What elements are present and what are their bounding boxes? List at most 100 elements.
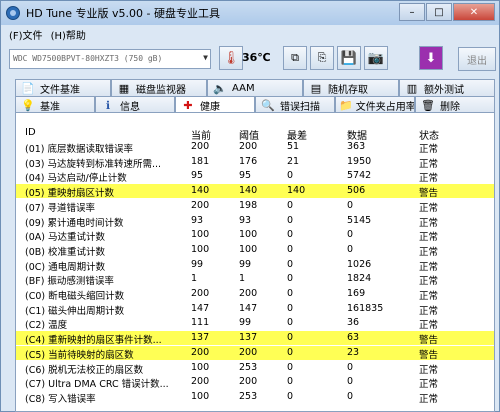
- cell-status: 正常: [419, 364, 439, 376]
- table-row[interactable]: (C0) 断电磁头缩回计数 200 200 0 169 正常: [16, 287, 494, 302]
- cell-worst: 0: [287, 376, 294, 388]
- table-row[interactable]: (C4) 重新映射的扇区事件计数... 137 137 0 63 警告: [16, 331, 494, 347]
- health-icon: ✚: [183, 98, 193, 112]
- cell-threshold: 253: [239, 390, 258, 402]
- cell-worst: 0: [287, 243, 294, 255]
- cell-threshold: 137: [239, 332, 258, 344]
- table-row[interactable]: (03) 马达旋转到标准转速所需... 181 176 21 1950 正常: [16, 155, 494, 170]
- table-row[interactable]: (C7) Ultra DMA CRC 错误计数... 200 200 0 0 正常: [16, 375, 494, 391]
- table-row[interactable]: (C8) 写入错误率 100 253 0 0 正常: [16, 390, 494, 405]
- temperature-value: 36℃: [242, 51, 271, 64]
- table-row[interactable]: (05) 重映射扇区计数 140 140 140 506 警告: [16, 184, 494, 199]
- cell-current: 200: [191, 346, 210, 358]
- tab-random-access[interactable]: ▤ 随机存取: [303, 79, 399, 96]
- tab-extra-test[interactable]: ▥ 额外测试: [399, 79, 495, 96]
- cell-data: 1824: [347, 273, 372, 285]
- delete-icon: 🗑: [421, 98, 435, 112]
- tab-label: 文件夹占用率: [355, 101, 415, 113]
- tab-file-benchmark[interactable]: 📄 文件基准: [15, 79, 111, 96]
- table-row[interactable]: (0B) 校准重试计数 100 100 0 0 正常: [16, 243, 494, 258]
- table-row[interactable]: (0A) 马达重试计数 100 100 0 0 正常: [16, 228, 494, 244]
- minimize-button[interactable]: –: [399, 3, 425, 21]
- download-icon[interactable]: ⬇: [419, 46, 443, 70]
- cell-current: 200: [191, 288, 210, 299]
- table-row[interactable]: (07) 寻道错误率 200 198 0 0 正常: [16, 199, 494, 214]
- copy-text-icon[interactable]: ⎘: [310, 46, 334, 70]
- cell-threshold: 100: [239, 229, 258, 241]
- table-row[interactable]: (09) 累计通电时间计数 93 93 0 5145 正常: [16, 214, 494, 229]
- speaker-icon: 🔈: [213, 81, 227, 95]
- cell-status: 正常: [419, 144, 439, 155]
- table-row[interactable]: (0C) 通电周期计数 99 99 0 1026 正常: [16, 258, 494, 273]
- copy-icon[interactable]: ⧉: [283, 46, 307, 70]
- cell-current: 200: [191, 141, 210, 152]
- cell-current: 181: [191, 155, 210, 167]
- table-header: ID 当前 阈值 最差 数据 状态: [16, 113, 494, 142]
- table-row[interactable]: (C1) 磁头伸出周期计数 147 147 0 161835 正常: [16, 302, 494, 317]
- screenshot-icon[interactable]: 📷: [364, 46, 388, 70]
- menu-help[interactable]: (H)帮助: [51, 27, 86, 42]
- tab-delete[interactable]: 🗑 删除: [415, 96, 495, 113]
- cell-worst: 0: [287, 390, 294, 402]
- tab-folder-usage[interactable]: 📁 文件夹占用率: [335, 96, 415, 113]
- table-row[interactable]: (C6) 脱机无法校正的扇区数 100 253 0 0 正常: [16, 361, 494, 376]
- menu-file[interactable]: (F)文件: [9, 27, 43, 42]
- cell-threshold: 99: [239, 317, 252, 329]
- table-row[interactable]: (C2) 温度 111 99 0 36 正常: [16, 316, 494, 332]
- cell-id: (C2) 温度: [25, 320, 68, 332]
- cell-status: 警告: [419, 349, 439, 361]
- cell-id: (04) 马达启动/停止计数: [25, 173, 127, 185]
- cell-current: 140: [191, 185, 210, 197]
- drive-select[interactable]: WDC WD7500BPVT-80HXZT3 (750 gB) ▼: [9, 49, 211, 69]
- tab-row-bottom: 💡 基准 ℹ 信息 ✚ 健康 🔍 错误扫描 📁 文件夹占用率 🗑 删除: [15, 96, 495, 113]
- tab-label: 健康: [200, 101, 220, 113]
- cell-worst: 0: [287, 214, 294, 226]
- table-row[interactable]: (BF) 振动感测错误率 1 1 0 1824 正常: [16, 272, 494, 288]
- close-button[interactable]: ✕: [453, 3, 495, 21]
- cell-threshold: 198: [239, 199, 258, 211]
- cell-status: 正常: [419, 173, 439, 185]
- exit-button[interactable]: 退出: [458, 47, 496, 71]
- cell-status: 正常: [419, 202, 439, 214]
- cell-id: (0C) 通电周期计数: [25, 261, 106, 273]
- cell-data: 5145: [347, 214, 372, 226]
- cell-worst: 21: [287, 155, 300, 167]
- table-row[interactable]: (01) 底层数据读取错误率 200 200 51 363 正常: [16, 140, 494, 155]
- cell-id: (C7) Ultra DMA CRC 错误计数...: [25, 379, 169, 391]
- cell-id: (BF) 振动感测错误率: [25, 276, 114, 288]
- table-row[interactable]: (C5) 当前待映射的扇区数 200 200 0 23 警告: [16, 345, 494, 361]
- cell-current: 99: [191, 258, 204, 270]
- cell-id: (0B) 校准重试计数: [25, 246, 105, 258]
- tab-label: 额外测试: [424, 84, 464, 96]
- save-icon[interactable]: 💾: [337, 46, 361, 70]
- header-id[interactable]: ID: [25, 127, 36, 138]
- cell-data: 0: [347, 229, 354, 241]
- cell-data: 1950: [347, 155, 372, 167]
- maximize-button[interactable]: □: [426, 3, 452, 21]
- random-access-icon: ▤: [310, 81, 322, 95]
- tab-error-scan[interactable]: 🔍 错误扫描: [255, 96, 335, 113]
- cell-threshold: 200: [239, 376, 258, 388]
- cell-status: 正常: [419, 246, 439, 258]
- tab-disk-monitor[interactable]: ▦ 磁盘监视器: [111, 79, 207, 96]
- tab-benchmark[interactable]: 💡 基准: [15, 96, 95, 113]
- cell-status: 正常: [419, 261, 439, 273]
- tab-info[interactable]: ℹ 信息: [95, 96, 175, 113]
- cell-id: (C4) 重新映射的扇区事件计数...: [25, 335, 162, 347]
- drive-select-value: WDC WD7500BPVT-80HXZT3 (750 gB): [13, 54, 163, 63]
- cell-threshold: 200: [239, 346, 258, 358]
- cell-id: (0A) 马达重试计数: [25, 232, 105, 244]
- tab-health[interactable]: ✚ 健康: [175, 96, 255, 113]
- monitor-icon: ▦: [118, 81, 130, 95]
- table-row[interactable]: (04) 马达启动/停止计数 95 95 0 5742 正常: [16, 169, 494, 185]
- cell-data: 506: [347, 185, 366, 197]
- cell-id: (09) 累计通电时间计数: [25, 217, 124, 229]
- cell-threshold: 1: [239, 273, 246, 285]
- cell-worst: 0: [287, 332, 294, 344]
- tab-aam[interactable]: 🔈 AAM: [207, 79, 303, 96]
- app-window: HD Tune 专业版 v5.00 - 硬盘专业工具 – □ ✕ (F)文件 (…: [0, 0, 500, 412]
- cell-id: (03) 马达旋转到标准转速所需...: [25, 158, 162, 170]
- tab-label: 文件基准: [40, 84, 80, 96]
- cell-current: 111: [191, 317, 210, 329]
- extra-test-icon: ▥: [406, 81, 418, 95]
